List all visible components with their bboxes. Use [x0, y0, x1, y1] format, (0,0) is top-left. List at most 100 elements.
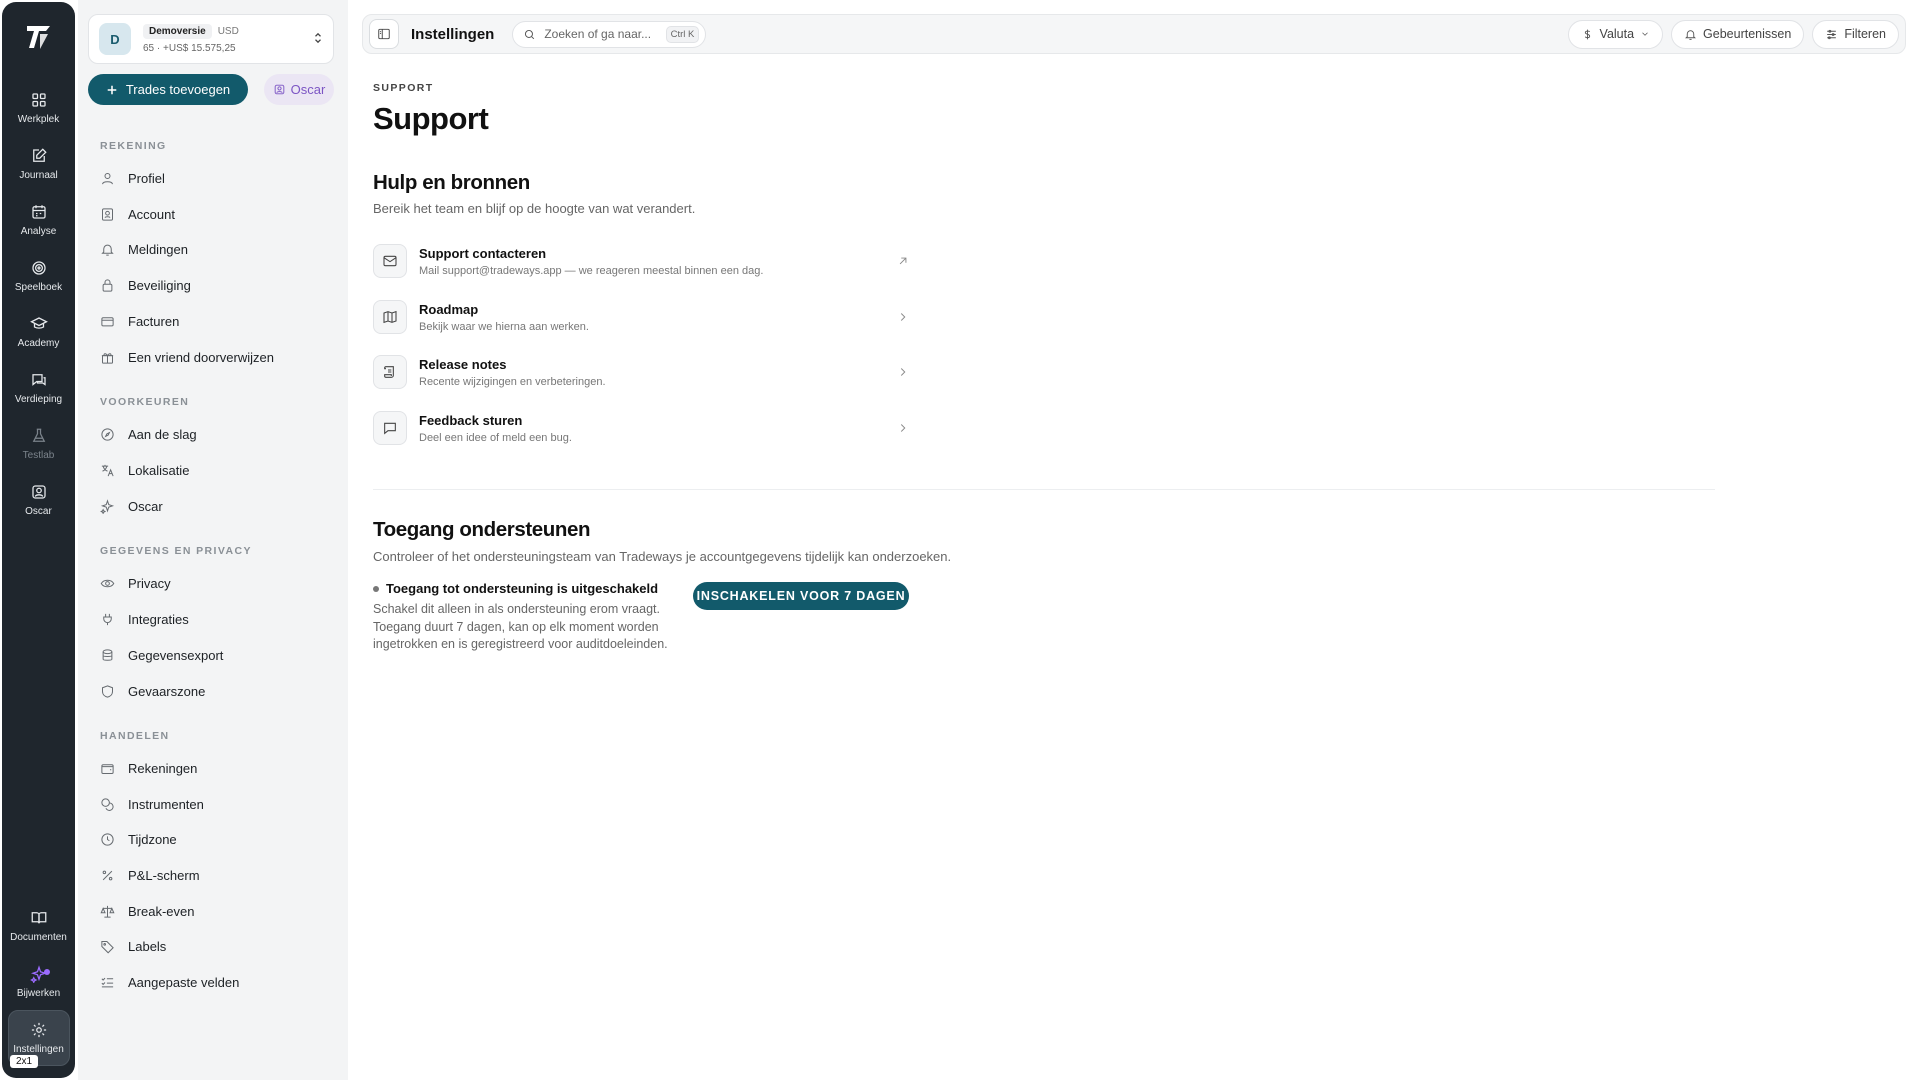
sidebar-item-account[interactable]: Account: [100, 200, 330, 228]
filter-button[interactable]: Filteren: [1812, 19, 1899, 49]
sidebar-item-oscar[interactable]: Oscar: [100, 492, 330, 520]
sidebar-item-label: Facturen: [128, 313, 180, 329]
breadcrumb: SUPPORT: [373, 82, 434, 94]
status-dot: [373, 585, 379, 592]
gear-icon: [31, 1022, 46, 1038]
database-icon: [102, 648, 113, 661]
grid-icon: [31, 93, 46, 107]
help-section-subtitle: Bereik het team en blijf op de hoogte va…: [373, 201, 696, 216]
rail-item-label: Instellingen: [13, 1044, 64, 1055]
sidebar-item-pl-scherm[interactable]: P&L-scherm: [100, 861, 330, 889]
percent-icon: [102, 870, 113, 880]
rail-item-label: Speelboek: [14, 282, 63, 293]
support-contact-item[interactable]: Support contacteren Mail support@tradewa…: [373, 239, 910, 283]
enable-access-button[interactable]: INSCHAKELEN VOOR 7 DAGEN: [693, 582, 909, 610]
top-bar: Instellingen Zoeken of ga naar... Ctrl K…: [362, 14, 1906, 54]
roadmap-item[interactable]: Roadmap Bekijk waar we hierna aan werken…: [373, 295, 910, 339]
sidebar-item-labels[interactable]: Labels: [100, 932, 330, 960]
translate-icon: [101, 464, 114, 476]
sidebar-item-facturen[interactable]: Facturen: [100, 307, 330, 335]
rail-item-documenten[interactable]: Documenten: [8, 898, 70, 954]
rail-item-label: Journaal: [19, 170, 58, 181]
id-card-icon: [102, 207, 113, 221]
rail-item-label: Bijwerken: [16, 988, 61, 999]
sidebar-item-label: Lokalisatie: [128, 462, 190, 478]
sidebar-item-tijdzone[interactable]: Tijdzone: [100, 825, 330, 853]
sidebar-item-instrumenten[interactable]: Instrumenten: [100, 790, 330, 818]
promo-badge: 2x1: [10, 1055, 39, 1068]
rail-item-verdieping[interactable]: Verdieping: [8, 360, 70, 416]
search-input[interactable]: Zoeken of ga naar... Ctrl K: [512, 20, 707, 48]
toggle-sidebar-button[interactable]: [369, 19, 399, 49]
sidebar-item-profiel[interactable]: Profiel: [100, 164, 330, 192]
resource-title: Support contacteren: [419, 245, 547, 261]
access-section-title: Toegang ondersteunen: [373, 518, 591, 541]
account-name: Demoversie: [143, 24, 212, 39]
sidebar-item-lokalisatie[interactable]: Lokalisatie: [100, 456, 330, 484]
app-rail: Werkplek Journaal Analyse Speelboek Acad…: [2, 2, 75, 1078]
book-icon: [31, 912, 46, 924]
help-section-title: Hulp en bronnen: [373, 171, 530, 194]
search-placeholder: Zoeken of ga naar...: [544, 27, 652, 41]
rail-item-testlab[interactable]: Testlab: [8, 416, 70, 472]
tradeways-logo[interactable]: [24, 22, 54, 52]
add-trades-button[interactable]: Trades toevoegen: [88, 74, 248, 105]
sliders-icon: [1827, 29, 1837, 39]
sidebar-item-label: Meldingen: [128, 241, 188, 257]
sidebar-item-aan-de-slag[interactable]: Aan de slag: [100, 420, 330, 448]
sidebar-item-gegevensexport[interactable]: Gegevensexport: [100, 641, 330, 669]
sidebar-item-break-even[interactable]: Break-even: [100, 897, 330, 925]
rail-item-bijwerken[interactable]: Bijwerken: [8, 954, 70, 1010]
rail-item-oscar[interactable]: Oscar: [8, 472, 70, 528]
rail-item-journaal[interactable]: Journaal: [8, 136, 70, 192]
section-divider: [373, 489, 1715, 490]
sidebar-item-label: Tijdzone: [128, 831, 177, 847]
sidebar-item-vriend-doorverwijzen[interactable]: Een vriend doorverwijzen: [100, 343, 330, 371]
page-heading: Support: [373, 101, 489, 136]
feedback-item[interactable]: Feedback sturen Deel een idee of meld ee…: [373, 406, 910, 450]
sidebar-item-integraties[interactable]: Integraties: [100, 605, 330, 633]
section-title-rekening: REKENING: [100, 140, 167, 152]
sidebar-item-privacy[interactable]: Privacy: [100, 569, 330, 597]
sidebar-item-label: Aangepaste velden: [128, 974, 240, 990]
sidebar-item-meldingen[interactable]: Meldingen: [100, 235, 330, 263]
access-section-subtitle: Controleer of het ondersteuningsteam van…: [373, 549, 952, 564]
target-icon: [31, 261, 46, 275]
sidebar-item-label: Privacy: [128, 575, 171, 591]
currency-label: Valuta: [1599, 27, 1635, 41]
account-summary: 65 · +US$ 15.575,25: [143, 43, 236, 54]
chevron-right-icon: [900, 368, 906, 376]
rail-item-werkplek[interactable]: Werkplek: [8, 80, 70, 136]
calendar-icon: [31, 205, 46, 219]
rail-item-speelboek[interactable]: Speelboek: [8, 248, 70, 304]
sidebar-item-aangepaste-velden[interactable]: Aangepaste velden: [100, 968, 330, 996]
filter-label: Filteren: [1844, 27, 1886, 41]
rail-item-label: Academy: [17, 338, 60, 349]
plug-icon: [103, 613, 112, 625]
rail-item-academy[interactable]: Academy: [8, 304, 70, 360]
sidebar-item-label: P&L-scherm: [128, 867, 200, 883]
sidebar-item-label: Een vriend doorverwijzen: [128, 349, 274, 365]
page-title: Instellingen: [411, 25, 495, 43]
sidebar-item-beveiliging[interactable]: Beveiliging: [100, 271, 330, 299]
account-switcher[interactable]: D Demoversie USD 65 · +US$ 15.575,25: [88, 14, 334, 64]
events-button[interactable]: Gebeurtenissen: [1671, 19, 1805, 49]
release-notes-item[interactable]: Release notes Recente wijzigingen en ver…: [373, 350, 910, 394]
rail-item-label: Testlab: [22, 450, 55, 461]
tag-icon: [101, 940, 114, 953]
eye-icon: [100, 579, 115, 587]
user-square-icon: [274, 84, 284, 95]
sidebar-item-label: Integraties: [128, 611, 189, 627]
rail-item-analyse[interactable]: Analyse: [8, 192, 70, 248]
clock-icon: [101, 832, 114, 846]
sidebar-item-rekeningen[interactable]: Rekeningen: [100, 754, 330, 782]
rail-item-label: Oscar: [25, 506, 52, 517]
sidebar-item-gevaarszone[interactable]: Gevaarszone: [100, 677, 330, 705]
dollar-icon: [1584, 29, 1590, 39]
currency-dropdown[interactable]: Valuta: [1567, 19, 1664, 49]
sidebar-item-label: Profiel: [128, 170, 165, 186]
oscar-button[interactable]: Oscar: [264, 74, 334, 105]
settings-sidebar: D Demoversie USD 65 · +US$ 15.575,25 Tra…: [78, 0, 348, 1080]
account-avatar: D: [99, 23, 131, 55]
scale-icon: [100, 905, 115, 918]
